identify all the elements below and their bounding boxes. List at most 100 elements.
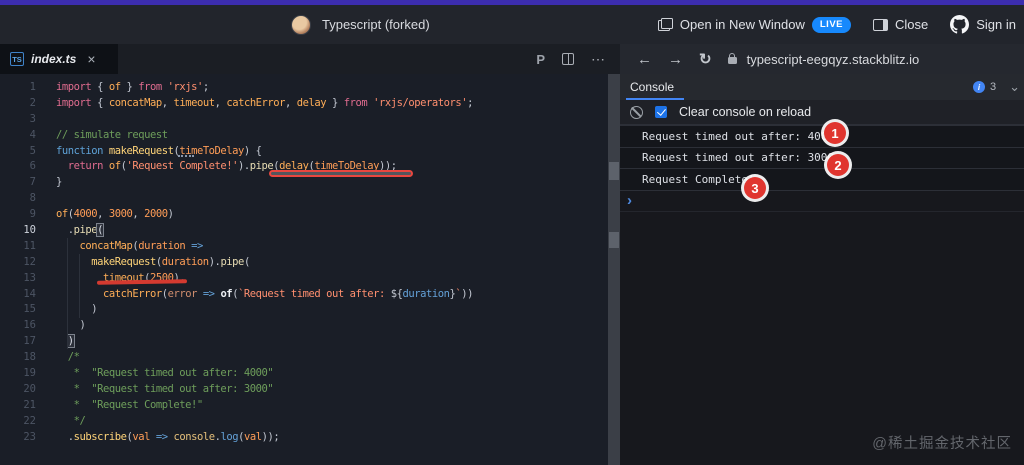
code-line[interactable]: 19 * "Request timed out after: 4000"	[0, 365, 608, 381]
editor-toolbar-icons: P ⋯	[536, 44, 620, 74]
reload-icon[interactable]: ↻	[699, 52, 712, 67]
line-number: 22	[0, 415, 36, 427]
code-line[interactable]: 1import { of } from 'rxjs';	[0, 79, 608, 95]
editor-tab-bar: TS index.ts × P ⋯	[0, 44, 620, 74]
line-number: 2	[0, 97, 36, 109]
annotation-badge-3: 3	[744, 177, 766, 199]
project-title: Typescript (forked)	[322, 17, 430, 32]
project-title-group: Typescript (forked)	[291, 5, 430, 44]
info-icon: i	[973, 81, 985, 93]
code-line[interactable]: 10 .pipe(	[0, 222, 608, 238]
prettier-icon[interactable]: P	[536, 52, 545, 67]
scrollbar-thumb[interactable]	[609, 232, 619, 248]
clear-on-reload-label: Clear console on reload	[679, 105, 811, 119]
console-prompt-row[interactable]: ›	[620, 191, 1024, 212]
parameter-hint-underline	[178, 155, 194, 157]
clear-on-reload-checkbox[interactable]	[655, 106, 667, 118]
code-line[interactable]: 15 )	[0, 301, 608, 317]
open-in-new-window-label: Open in New Window	[680, 17, 805, 32]
console-toolbar: Clear console on reload	[620, 100, 1024, 125]
code-line[interactable]: 17 )	[0, 333, 608, 349]
code-line[interactable]: 18 /*	[0, 349, 608, 365]
close-label: Close	[895, 17, 928, 32]
indent-guide	[79, 254, 80, 318]
preview-browser-bar: ← → ↻ typescript-eegqyz.stackblitz.io	[620, 44, 1024, 74]
more-options-icon[interactable]: ⋯	[591, 51, 606, 68]
code-line[interactable]: 11 concatMap(duration =>	[0, 238, 608, 254]
code-line[interactable]: 12 makeRequest(duration).pipe(	[0, 254, 608, 270]
line-number: 12	[0, 256, 36, 268]
line-number: 23	[0, 431, 36, 443]
split-editor-icon[interactable]	[562, 53, 574, 65]
annotation-badge-2: 2	[827, 154, 849, 176]
open-in-new-window-button[interactable]: Open in New Window LIVE	[652, 13, 857, 37]
close-panel-icon	[873, 19, 888, 31]
scrollbar-thumb[interactable]	[609, 162, 619, 180]
line-number: 15	[0, 303, 36, 315]
line-number: 3	[0, 113, 36, 125]
line-number: 13	[0, 272, 36, 284]
indent-guide	[67, 238, 68, 349]
clear-console-icon[interactable]	[630, 106, 643, 119]
code-line[interactable]: 21 * "Request Complete!"	[0, 397, 608, 413]
code-line[interactable]: 23 .subscribe(val => console.log(val));	[0, 429, 608, 445]
main-area: 1import { of } from 'rxjs';2import { con…	[0, 74, 1024, 465]
line-number: 1	[0, 81, 36, 93]
preview-url[interactable]: typescript-eegqyz.stackblitz.io	[747, 52, 920, 67]
open-in-new-window-icon	[658, 18, 673, 31]
console-panel: Console i 3 ⌄ Clear console on reload Re…	[620, 74, 1024, 465]
line-number: 17	[0, 335, 36, 347]
line-number: 7	[0, 176, 36, 188]
line-number: 20	[0, 383, 36, 395]
code-line[interactable]: 2import { concatMap, timeout, catchError…	[0, 95, 608, 111]
code-editor[interactable]: 1import { of } from 'rxjs';2import { con…	[0, 74, 608, 465]
tab-index-ts[interactable]: TS index.ts ×	[0, 44, 118, 74]
user-avatar[interactable]	[291, 15, 311, 35]
editor-scrollbar[interactable]	[608, 74, 620, 465]
annotation-badge-1: 1	[824, 122, 846, 144]
code-line[interactable]: 8	[0, 190, 608, 206]
header-bar: Typescript (forked) Open in New Window L…	[0, 5, 1024, 44]
line-number: 6	[0, 160, 36, 172]
code-line[interactable]: 5function makeRequest(timeToDelay) {	[0, 143, 608, 159]
live-badge: LIVE	[812, 17, 851, 33]
line-number: 21	[0, 399, 36, 411]
chevron-down-icon[interactable]: ⌄	[1009, 79, 1020, 95]
tab-name: index.ts	[31, 52, 76, 66]
close-button[interactable]: Close	[867, 13, 934, 36]
code-line[interactable]: 3	[0, 111, 608, 127]
stackblitz-window: Typescript (forked) Open in New Window L…	[0, 0, 1024, 465]
line-number: 10	[0, 224, 36, 236]
code-line[interactable]: 22 */	[0, 413, 608, 429]
code-area: 1import { of } from 'rxjs';2import { con…	[0, 74, 608, 444]
console-header-right: i 3 ⌄	[973, 79, 1016, 95]
console-log-row[interactable]: Request timed out after: 3000	[620, 148, 1024, 170]
github-icon	[950, 15, 969, 34]
watermark: @稀土掘金技术社区	[872, 432, 1012, 453]
line-number: 4	[0, 129, 36, 141]
console-log-row[interactable]: Request timed out after: 4000	[620, 126, 1024, 148]
console-message-count: 3	[990, 81, 996, 93]
forward-icon[interactable]: →	[668, 52, 683, 67]
red-annotation-underline-delay	[269, 170, 413, 177]
line-number: 8	[0, 192, 36, 204]
lock-icon	[728, 57, 737, 64]
console-header: Console i 3 ⌄	[620, 74, 1024, 100]
tab-close-icon[interactable]: ×	[87, 51, 95, 67]
code-line[interactable]: 4// simulate request	[0, 127, 608, 143]
tab-and-browser-row: TS index.ts × P ⋯ ← → ↻ typescript-eegqy…	[0, 44, 1024, 74]
console-log-row[interactable]: Request Complete!	[620, 169, 1024, 191]
line-number: 18	[0, 351, 36, 363]
sign-in-button[interactable]: Sign in	[944, 11, 1022, 38]
code-line[interactable]: 14 catchError(error => of(`Request timed…	[0, 286, 608, 302]
back-icon[interactable]: ←	[637, 52, 652, 67]
tab-console[interactable]: Console	[628, 74, 676, 100]
code-line[interactable]: 20 * "Request timed out after: 3000"	[0, 381, 608, 397]
line-number: 19	[0, 367, 36, 379]
code-line[interactable]: 16 )	[0, 317, 608, 333]
line-number: 14	[0, 288, 36, 300]
code-line[interactable]: 13 timeout(2500),	[0, 270, 608, 286]
console-logs: Request timed out after: 4000Request tim…	[620, 125, 1024, 191]
code-line[interactable]: 9of(4000, 3000, 2000)	[0, 206, 608, 222]
line-number: 9	[0, 208, 36, 220]
